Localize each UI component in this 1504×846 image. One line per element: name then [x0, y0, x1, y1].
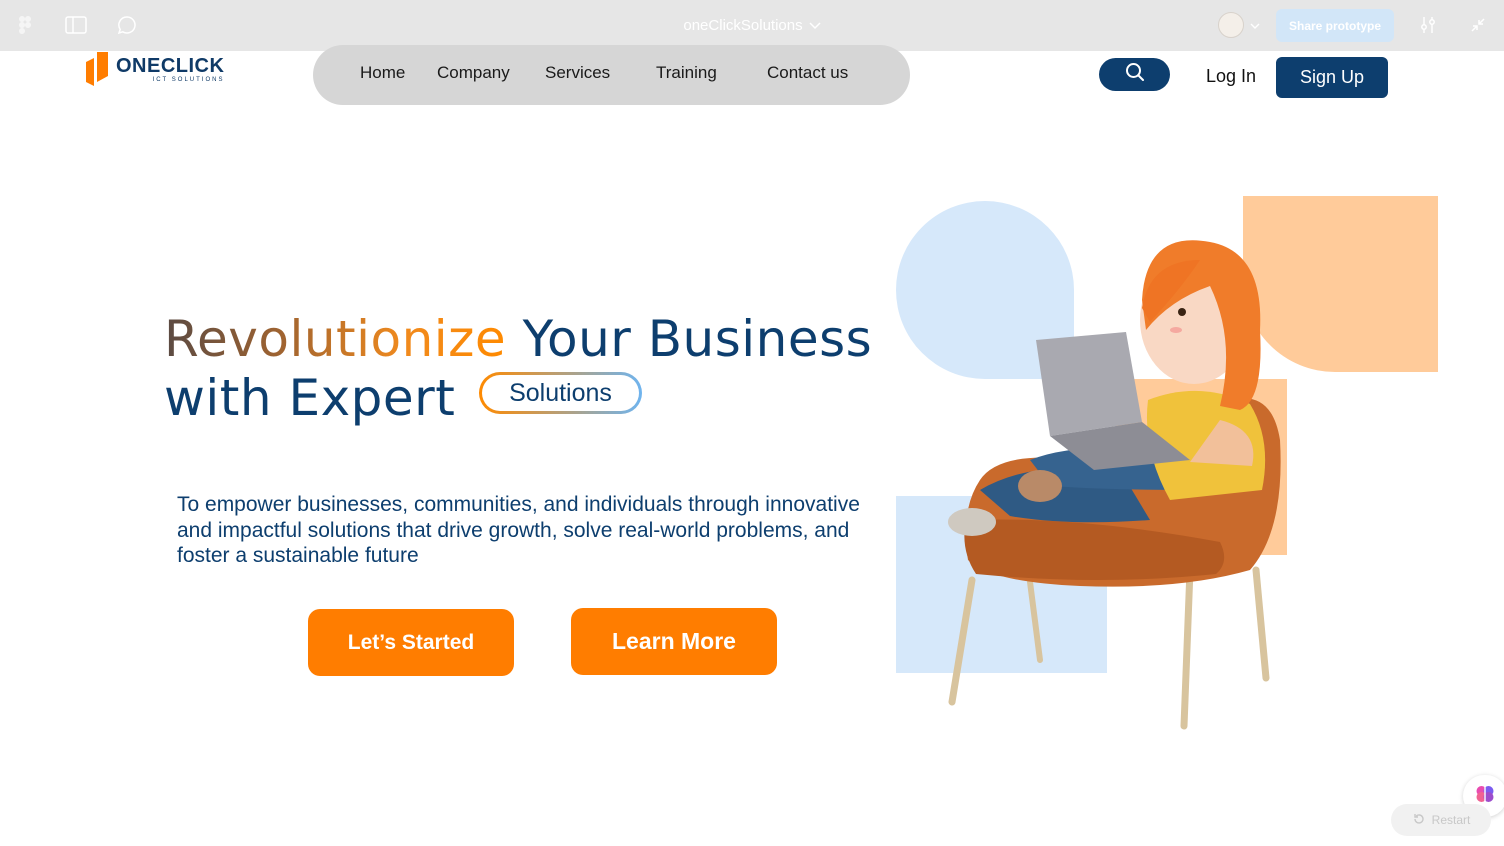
prototype-canvas: oneClickSolutions Share prototype ONECLI… — [0, 0, 1504, 846]
solutions-chip: Solutions — [479, 372, 642, 414]
hero-mission: To empower businesses, communities, and … — [177, 493, 860, 567]
figma-logo-icon[interactable] — [13, 13, 37, 37]
login-link[interactable]: Log In — [1206, 66, 1256, 87]
nav-item-services[interactable]: Services — [545, 63, 610, 83]
nav-item-contact[interactable]: Contact us — [767, 63, 848, 83]
logo-name: ONECLICK — [116, 54, 225, 77]
search-button[interactable] — [1099, 58, 1170, 91]
restart-label: Restart — [1431, 813, 1471, 827]
hero-illustration — [880, 190, 1460, 750]
avatar[interactable] — [1218, 12, 1244, 38]
learn-more-button[interactable]: Learn More — [571, 608, 777, 675]
search-icon — [1124, 61, 1146, 88]
hero-headline-line2: with Expert — [164, 369, 456, 427]
settings-sliders-icon[interactable] — [1416, 13, 1440, 37]
logo-mark-icon — [84, 52, 110, 86]
chevron-down-icon[interactable] — [809, 17, 821, 34]
signup-button[interactable]: Sign Up — [1276, 57, 1388, 98]
file-name[interactable]: oneClickSolutions — [683, 17, 802, 34]
share-prototype-button[interactable]: Share prototype — [1276, 9, 1394, 42]
lets-started-button[interactable]: Let’s Started — [308, 609, 514, 676]
sidebar-toggle-icon[interactable] — [64, 13, 88, 37]
avatar-chevron-icon[interactable] — [1250, 17, 1260, 35]
hero-headline: Revolutionize Your Business — [164, 310, 872, 368]
restart-icon — [1412, 812, 1426, 829]
nav-item-training[interactable]: Training — [656, 63, 717, 83]
nav-item-company[interactable]: Company — [437, 63, 510, 83]
prototype-toolbar: oneClickSolutions Share prototype — [0, 0, 1504, 51]
comment-icon[interactable] — [115, 13, 139, 37]
headline-rest: Your Business — [522, 310, 873, 368]
headline-highlight: Revolutionize — [164, 310, 507, 368]
logo-tagline: ICT SOLUTIONS — [152, 76, 225, 83]
collapse-icon[interactable] — [1466, 13, 1490, 37]
restart-button[interactable]: Restart — [1391, 804, 1491, 836]
site-logo[interactable]: ONECLICK ICT SOLUTIONS — [84, 52, 224, 86]
nav-item-home[interactable]: Home — [360, 63, 405, 83]
